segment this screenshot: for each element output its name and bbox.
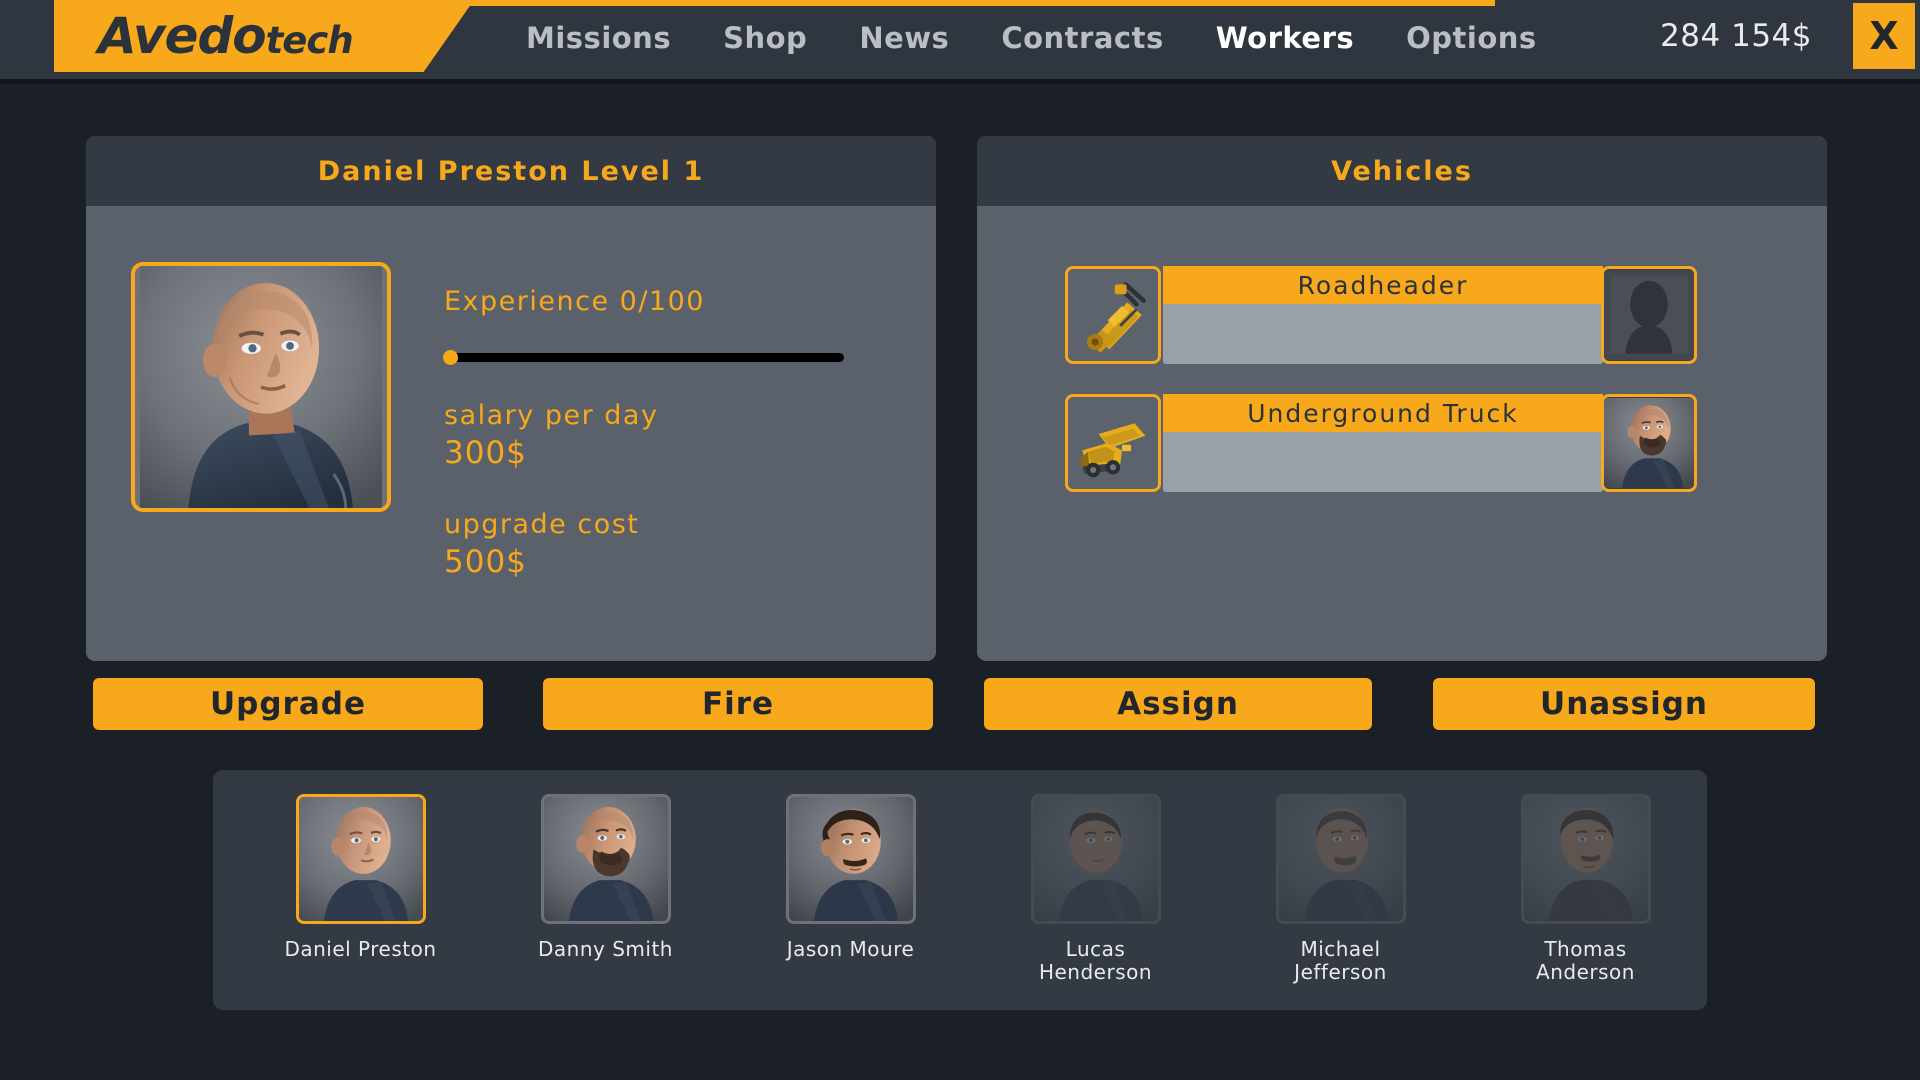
vehicle-row[interactable]: Roadheader <box>1065 266 1697 364</box>
money-balance: 284 154$ <box>1660 18 1812 54</box>
game-screen: Avedotech Missions Shop News Contracts W… <box>0 0 1920 1080</box>
nav-item-contracts[interactable]: Contracts <box>975 17 1189 59</box>
roster-item-label: Michael Jefferson <box>1294 937 1387 984</box>
michael-jefferson-thumb <box>1275 794 1406 924</box>
logo-text: Avedotech <box>98 7 354 65</box>
worker-panel-title: Daniel Preston Level 1 <box>317 155 705 187</box>
danny-smith-thumb <box>540 794 671 924</box>
nav-item-shop[interactable]: Shop <box>697 17 833 59</box>
nav-item-options[interactable]: Options <box>1380 17 1563 59</box>
roster-item-thomas-anderson[interactable]: Thomas Anderson <box>1494 794 1677 984</box>
vehicles-panel-body: Roadheader Underground Truck <box>977 206 1827 661</box>
salary-block: salary per day 300$ <box>444 400 844 471</box>
experience-progress-knob <box>443 350 458 365</box>
worker-detail-panel: Daniel Preston Level 1 Experience 0/100 … <box>86 136 936 661</box>
selected-worker-portrait <box>131 262 391 512</box>
roadheader-icon <box>1065 266 1161 364</box>
vehicle-info-block: Underground Truck <box>1163 394 1603 492</box>
roster-item-lucas-henderson[interactable]: Lucas Henderson <box>1004 794 1187 984</box>
thomas-anderson-thumb <box>1520 794 1651 924</box>
assign-button-label: Assign <box>1117 686 1239 722</box>
nav-item-workers[interactable]: Workers <box>1190 17 1380 59</box>
upgrade-cost-label: upgrade cost <box>444 509 640 540</box>
salary-label: salary per day <box>444 400 659 431</box>
vehicle-name: Underground Truck <box>1247 398 1519 428</box>
logo-accent-line <box>430 0 1495 6</box>
nav-item-news[interactable]: News <box>833 17 975 59</box>
fire-button-label: Fire <box>701 686 775 722</box>
topbar-divider <box>0 79 1920 84</box>
roster-item-label: Thomas Anderson <box>1536 937 1635 984</box>
vehicle-info-block: Roadheader <box>1163 266 1603 364</box>
vehicle-name-bar: Roadheader <box>1163 266 1603 304</box>
vehicle-row[interactable]: Underground Truck <box>1065 394 1697 492</box>
roster-item-daniel-preston[interactable]: Daniel Preston <box>269 794 452 984</box>
empty-worker-silhouette-icon[interactable] <box>1601 266 1697 364</box>
nav-items: Missions Shop News Contracts Workers Opt… <box>500 17 1563 59</box>
upgrade-cost-block: upgrade cost 500$ <box>444 509 844 580</box>
vehicles-panel-title: Vehicles <box>1331 155 1473 187</box>
roster-item-michael-jefferson[interactable]: Michael Jefferson <box>1249 794 1432 984</box>
unassign-button[interactable]: Unassign <box>1433 678 1815 730</box>
roster-item-label: Danny Smith <box>538 937 673 961</box>
upgrade-cost-value: 500$ <box>444 544 527 580</box>
unassign-button-label: Unassign <box>1540 686 1708 722</box>
vehicle-name-bar: Underground Truck <box>1163 394 1603 432</box>
roster-item-danny-smith[interactable]: Danny Smith <box>514 794 697 984</box>
assign-button[interactable]: Assign <box>984 678 1372 730</box>
worker-roster-panel: Daniel Preston Danny Smith Jason Moure L… <box>213 770 1707 1010</box>
company-logo[interactable]: Avedotech <box>54 0 474 72</box>
worker-roster-list: Daniel Preston Danny Smith Jason Moure L… <box>269 794 1677 984</box>
roster-item-jason-moure[interactable]: Jason Moure <box>759 794 942 984</box>
experience-label: Experience 0/100 <box>444 286 705 317</box>
lucas-henderson-thumb <box>1030 794 1161 924</box>
underground-truck-icon <box>1065 394 1161 492</box>
salary-value: 300$ <box>444 435 527 471</box>
logo-bold-text: Avedo <box>98 7 267 65</box>
daniel-preston-thumb <box>295 794 426 924</box>
worker-stats: Experience 0/100 salary per day 300$ upg… <box>443 286 844 580</box>
worker-panel-header: Daniel Preston Level 1 <box>86 136 936 206</box>
roster-item-label: Daniel Preston <box>284 937 437 961</box>
roster-item-label: Lucas Henderson <box>1038 937 1153 984</box>
worker-panel-body: Experience 0/100 salary per day 300$ upg… <box>86 206 936 661</box>
vehicle-name: Roadheader <box>1297 270 1469 300</box>
nav-item-missions[interactable]: Missions <box>500 17 697 59</box>
top-navigation-bar: Avedotech Missions Shop News Contracts W… <box>0 0 1920 84</box>
experience-progress-bar <box>443 350 844 365</box>
jason-moure-thumb <box>785 794 916 924</box>
logo-light-text: tech <box>265 19 354 62</box>
close-button[interactable]: X <box>1853 3 1915 69</box>
fire-button[interactable]: Fire <box>543 678 933 730</box>
vehicles-panel-header: Vehicles <box>977 136 1827 206</box>
upgrade-button-label: Upgrade <box>210 686 366 722</box>
roster-item-label: Jason Moure <box>786 937 915 961</box>
upgrade-button[interactable]: Upgrade <box>93 678 483 730</box>
vehicles-panel: Vehicles Roadheader Underground Truck <box>977 136 1827 661</box>
danny-smith-portrait[interactable] <box>1601 394 1697 492</box>
